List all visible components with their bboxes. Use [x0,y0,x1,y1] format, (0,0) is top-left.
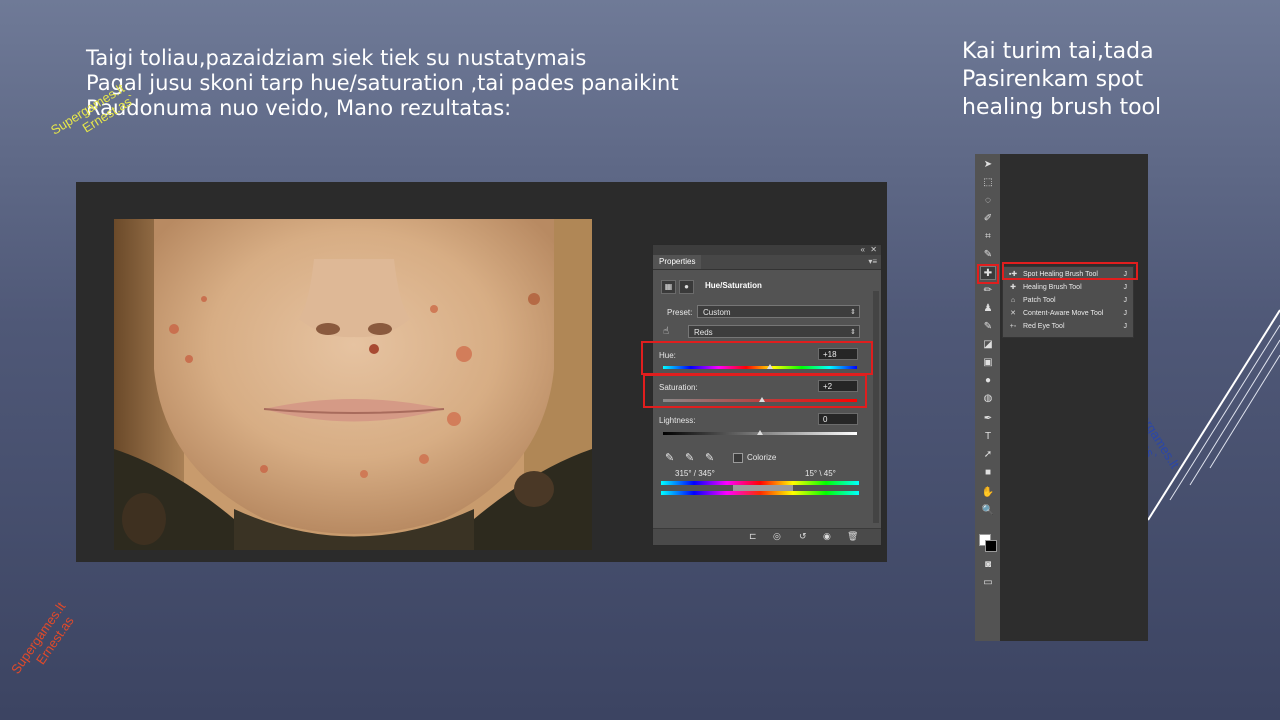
chevron-down-icon: ⇕ [850,309,856,316]
side-line: Kai turim tai,tada [962,39,1154,64]
flyout-item-label: Red Eye Tool [1023,323,1065,330]
flyout-item-key: J [1123,310,1128,317]
blur-tool-icon[interactable]: ● [980,374,996,388]
panel-tabrow: Properties ▾≡ [653,255,881,270]
red-eye-icon: +◦ [1009,323,1017,330]
color-bar-bottom [661,491,859,495]
flyout-item-key: J [1123,323,1128,330]
collapse-icon[interactable]: « [861,245,865,255]
tool-strip: ➤ ⬚ ◌ ✐ ⌗ ✎ ✚ ✏ ♟ ✎ ◪ ▣ ● ◍ ✒ T ➚ ■ ✋ 🔍 … [975,154,1000,641]
eyedropper-minus-icon[interactable]: ✎ [705,451,714,464]
intro-text: Taigi toliau,pazaidziam siek tiek su nus… [86,46,679,121]
decorative-lines [1147,309,1280,521]
chevron-down-icon: ⇕ [850,329,856,336]
visibility-eye-icon[interactable]: ◉ [823,531,831,542]
range-right-value: 15° \ 45° [805,469,836,478]
panel-scrollbar[interactable] [873,291,879,523]
properties-panel: « ✕ Properties ▾≡ ▦ ● Hue/Saturation Pre… [641,244,882,546]
preset-label: Preset: [667,308,693,317]
intro-line: Taigi toliau,pazaidziam siek tiek su nus… [86,46,587,70]
watermark: Supergames.lt Ernest.as [8,599,81,685]
channel-dropdown[interactable]: Reds ⇕ [688,325,860,338]
hue-highlight [641,341,873,375]
history-brush-icon[interactable]: ✎ [980,320,996,334]
flyout-item-label: Content-Aware Move Tool [1023,310,1104,317]
adjustment-title: Hue/Saturation [705,281,762,290]
brush-tool-icon[interactable]: ✏ [980,284,996,298]
gradient-tool-icon[interactable]: ▣ [980,356,996,370]
lightness-label: Lightness: [659,416,696,425]
side-line: Pasirenkam spot [962,67,1144,92]
flyout-item-red-eye[interactable]: +◦ Red Eye Tool J [1007,321,1129,333]
content-aware-move-icon: ✕ [1010,310,1016,317]
eyedropper-tool-icon[interactable]: ✎ [980,248,996,262]
intro-line: Raudonuma nuo veido, Mano rezultatas: [86,96,512,120]
mask-icon[interactable]: ● [679,280,694,294]
flyout-item-healing-brush[interactable]: ✚ Healing Brush Tool J [1007,282,1129,294]
photoshop-screenshot: « ✕ Properties ▾≡ ▦ ● Hue/Saturation Pre… [76,182,887,562]
reset-icon[interactable]: ↺ [799,531,807,542]
tab-properties[interactable]: Properties [653,255,702,269]
clip-to-layer-icon[interactable]: ⊏ [749,531,757,542]
preset-dropdown[interactable]: Custom ⇕ [697,305,860,318]
flyout-item-patch[interactable]: ⌂ Patch Tool J [1007,295,1129,307]
stamp-tool-icon[interactable]: ♟ [980,302,996,316]
eyedropper-icon[interactable]: ✎ [665,451,674,464]
dodge-tool-icon[interactable]: ◍ [980,392,996,406]
quick-select-tool-icon[interactable]: ✐ [980,212,996,226]
zoom-tool-icon[interactable]: 🔍 [980,504,996,518]
saturation-highlight [643,374,867,408]
eraser-tool-icon[interactable]: ◪ [980,338,996,352]
side-text: Kai turim tai,tada Pasirenkam spot heali… [962,38,1161,122]
flyout-item-key: J [1123,297,1128,304]
flyout-highlight [1002,262,1138,280]
move-tool-icon[interactable]: ➤ [980,158,996,172]
eyedropper-plus-icon[interactable]: ✎ [685,451,694,464]
lightness-input[interactable]: 0 [818,413,858,425]
lasso-tool-icon[interactable]: ◌ [980,194,996,208]
background-color-swatch[interactable] [985,540,997,552]
healing-brush-icon: ✚ [1010,284,1016,291]
side-line: healing brush tool [962,95,1162,120]
trash-icon[interactable]: 🗑 [847,531,858,542]
shape-tool-icon[interactable]: ■ [980,466,996,480]
adjustment-header: ▦ ● Hue/Saturation [661,277,861,297]
close-icon[interactable]: ✕ [870,245,877,255]
hand-icon[interactable]: ☝ [663,326,669,337]
colorize-label: Colorize [747,453,777,462]
flyout-item-content-aware-move[interactable]: ✕ Content-Aware Move Tool J [1007,308,1129,320]
type-tool-icon[interactable]: T [980,430,996,444]
photoshop-toolbar-screenshot: ➤ ⬚ ◌ ✐ ⌗ ✎ ✚ ✏ ♟ ✎ ◪ ▣ ● ◍ ✒ T ➚ ■ ✋ 🔍 … [975,154,1148,641]
range-left-value: 315° / 345° [675,469,715,478]
adjustment-icon[interactable]: ▦ [661,280,676,294]
path-select-tool-icon[interactable]: ➚ [980,448,996,462]
hand-tool-icon[interactable]: ✋ [980,486,996,500]
colorize-checkbox[interactable] [733,453,743,463]
intro-line: Pagal jusu skoni tarp hue/saturation ,ta… [86,71,679,95]
tool-highlight [977,264,999,284]
screen-mode-icon[interactable]: ▭ [980,576,996,590]
pen-tool-icon[interactable]: ✒ [980,412,996,426]
panel-menu-icon[interactable]: ▾≡ [868,257,877,266]
face-photo [114,219,592,550]
patch-icon: ⌂ [1010,297,1016,304]
crop-tool-icon[interactable]: ⌗ [980,230,996,244]
lightness-slider-thumb[interactable] [757,430,763,435]
panel-topbar: « ✕ [653,245,881,255]
panel-bottom-bar: ⊏ ◎ ↺ ◉ 🗑 [653,528,881,545]
preset-value: Custom [703,308,731,317]
flyout-item-key: J [1123,284,1128,291]
flyout-item-label: Healing Brush Tool [1023,284,1082,291]
flyout-item-label: Patch Tool [1023,297,1056,304]
marquee-tool-icon[interactable]: ⬚ [980,176,996,190]
quick-mask-icon[interactable]: ◙ [980,558,996,572]
view-previous-icon[interactable]: ◎ [773,531,781,542]
channel-value: Reds [694,328,713,337]
